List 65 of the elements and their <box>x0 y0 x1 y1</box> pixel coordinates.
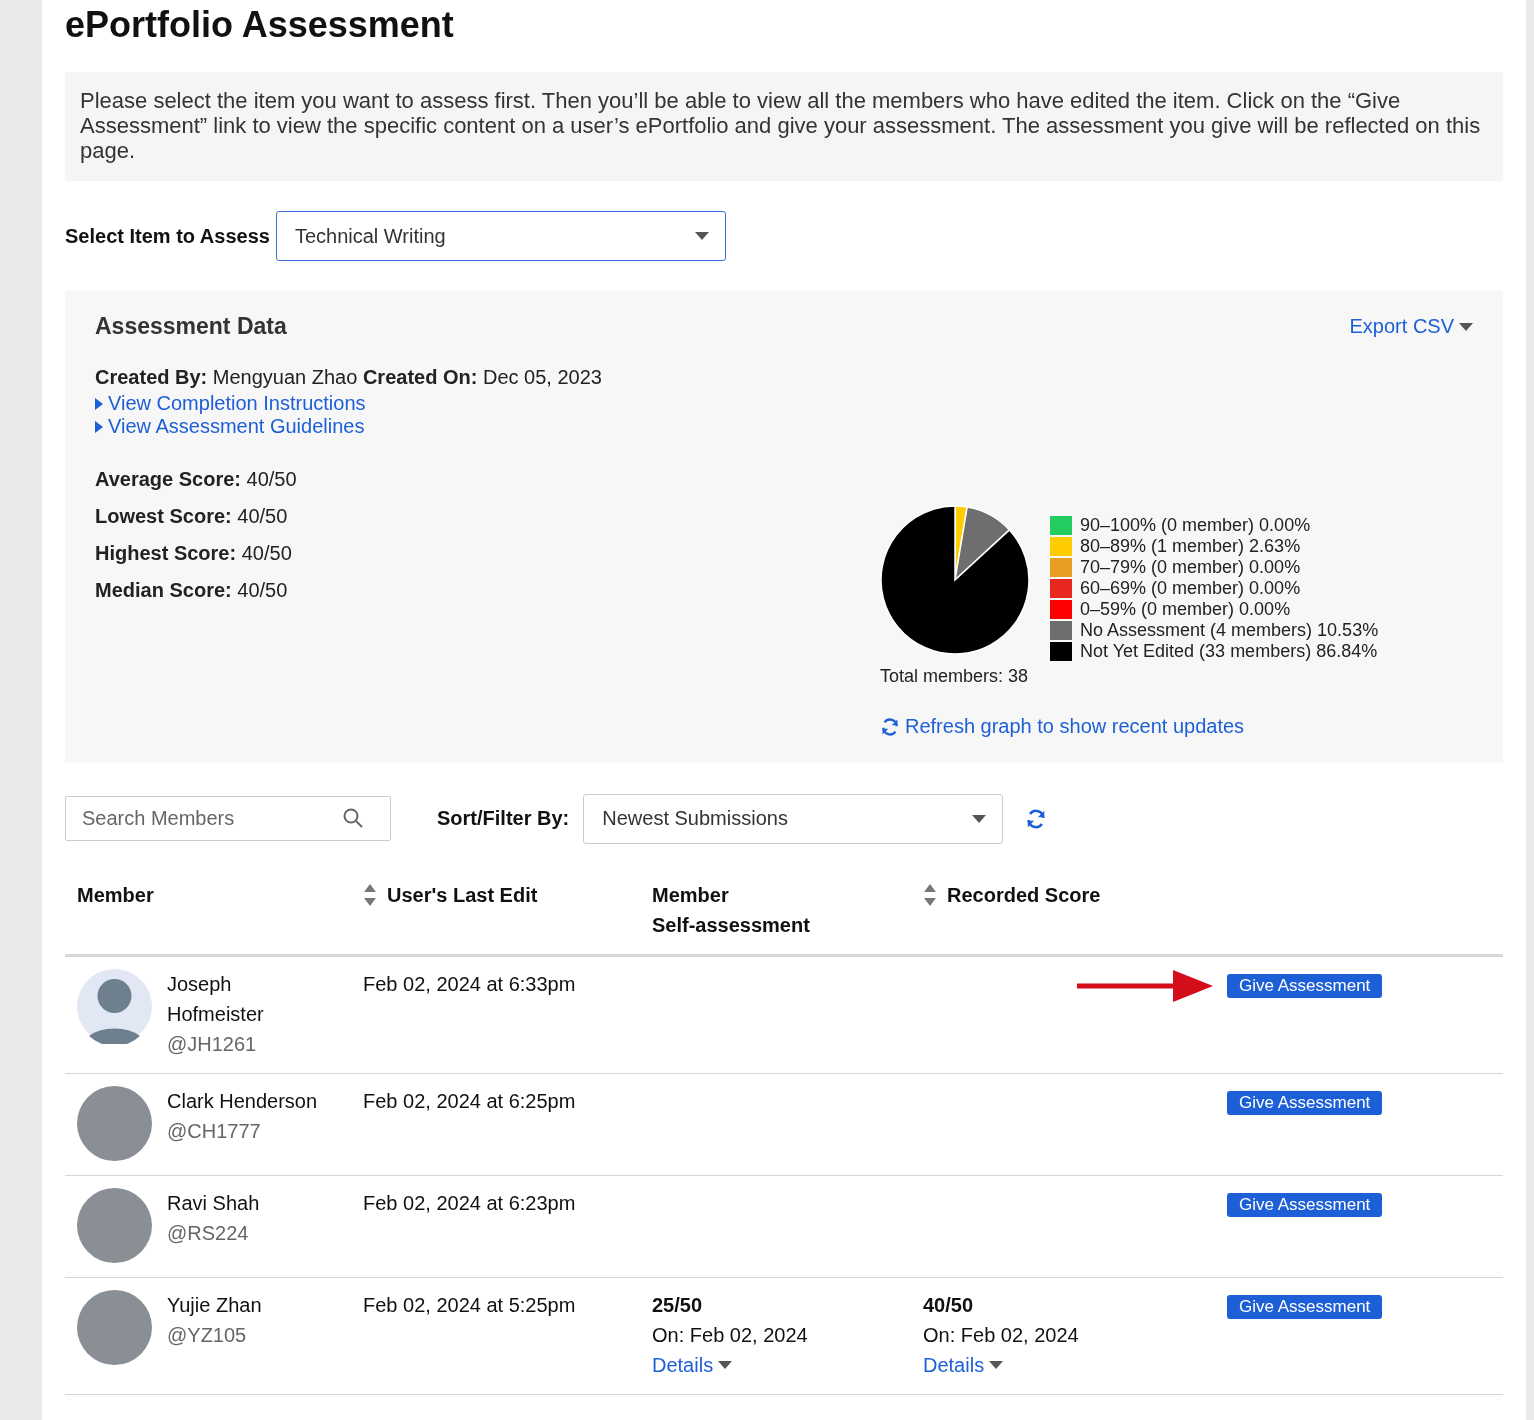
caret-icon <box>972 814 987 823</box>
refresh-icon <box>880 716 900 737</box>
give-assessment-button[interactable]: Give Assessment <box>1227 1294 1383 1319</box>
sort-select[interactable]: Newest Submissions <box>583 793 1004 844</box>
member-name: Yujie Zhan <box>167 1292 263 1318</box>
last-edit-date: Feb 02, 2024 at 6:25pm <box>363 1088 577 1114</box>
give-assessment-button[interactable]: Give Assessment <box>1227 973 1383 998</box>
last-edit-date: Feb 02, 2024 at 6:23pm <box>363 1190 577 1216</box>
sort-icon[interactable] <box>923 882 937 907</box>
expand-link[interactable]: View Completion Instructions <box>95 392 366 415</box>
page-title: ePortfolio Assessment <box>65 3 455 46</box>
caret-icon <box>1459 322 1473 331</box>
column-header: Member Self-assessment <box>652 882 811 938</box>
give-assessment-button[interactable]: Give Assessment <box>1227 1090 1383 1115</box>
legend-label: 0–59% (0 member) 0.00% <box>1080 599 1291 620</box>
select-label: Select Item to Assess <box>65 224 270 248</box>
caret-icon <box>95 397 103 410</box>
member-handle: @CH1777 <box>167 1118 262 1144</box>
member-name: Ravi Shah <box>167 1190 261 1216</box>
legend-label: 60–69% (0 member) 0.00% <box>1080 578 1301 599</box>
avatar-icon <box>77 968 152 1044</box>
score-stat: Median Score: 40/50 <box>95 578 289 603</box>
legend-label: Not Yet Edited (33 members) 86.84% <box>1080 641 1378 662</box>
column-header: User's Last Edit <box>387 882 538 908</box>
section-heading: Assessment Data <box>95 313 287 340</box>
legend-label: 80–89% (1 member) 2.63% <box>1080 536 1301 557</box>
member-handle: @YZ105 <box>167 1322 248 1348</box>
legend-label: 90–100% (0 member) 0.00% <box>1080 515 1311 536</box>
member-handle: @JH1261 <box>167 1031 258 1057</box>
details-link[interactable]: Details <box>652 1349 733 1380</box>
legend-label: No Assessment (4 members) 10.53% <box>1080 620 1379 641</box>
score-date: On: Feb 02, 2024 <box>652 1322 809 1348</box>
search-field[interactable]: Search Members <box>65 796 391 841</box>
caret-icon <box>718 1360 733 1369</box>
refresh-icon <box>1025 807 1048 830</box>
column-header: Member <box>77 882 154 908</box>
last-edit-date: Feb 02, 2024 at 5:25pm <box>363 1292 577 1318</box>
score-date: On: Feb 02, 2024 <box>923 1322 1080 1348</box>
caret-icon <box>989 1360 1004 1369</box>
instructions-text: Please select the item you want to assess first. Then you’ll be able to view all the members who have edited the item. Click on the “Give Assessment” link to view the specific content on a user’s ePortfolio and give your assessment. The assessment you give will be reflected on this page. <box>65 72 1503 181</box>
created-info: Created By: Mengyuan Zhao Created On: Dec 05, 2023 <box>95 365 602 390</box>
score-stat: Highest Score: 40/50 <box>95 541 293 566</box>
member-name: Joseph Hofmeister <box>167 971 265 1027</box>
score-value: 40/50 <box>923 1292 975 1318</box>
search-icon <box>343 808 363 828</box>
sort-label: Sort/Filter By: <box>437 807 570 830</box>
member-handle: @RS224 <box>167 1220 250 1246</box>
give-assessment-button[interactable]: Give Assessment <box>1227 1192 1383 1217</box>
score-value: 25/50 <box>652 1292 704 1318</box>
item-select[interactable]: Technical Writing <box>275 211 726 261</box>
caret-icon <box>95 420 103 433</box>
member-name: Clark Henderson <box>167 1088 319 1114</box>
caret-icon <box>694 232 709 240</box>
legend-label: 70–79% (0 member) 0.00% <box>1080 557 1301 578</box>
last-edit-date: Feb 02, 2024 at 6:33pm <box>363 971 577 997</box>
score-stat: Average Score: 40/50 <box>95 467 298 492</box>
score-stat: Lowest Score: 40/50 <box>95 504 289 529</box>
details-link[interactable]: Details <box>923 1349 1004 1380</box>
column-header: Recorded Score <box>947 882 1101 908</box>
expand-link[interactable]: View Assessment Guidelines <box>95 415 365 438</box>
total-members: Total members: 38 <box>880 666 1030 687</box>
refresh-button[interactable] <box>1025 807 1048 830</box>
refresh-link[interactable]: Refresh graph to show recent updates <box>880 715 1245 738</box>
sort-icon[interactable] <box>363 882 377 907</box>
export-link[interactable]: Export CSV <box>1349 315 1473 338</box>
